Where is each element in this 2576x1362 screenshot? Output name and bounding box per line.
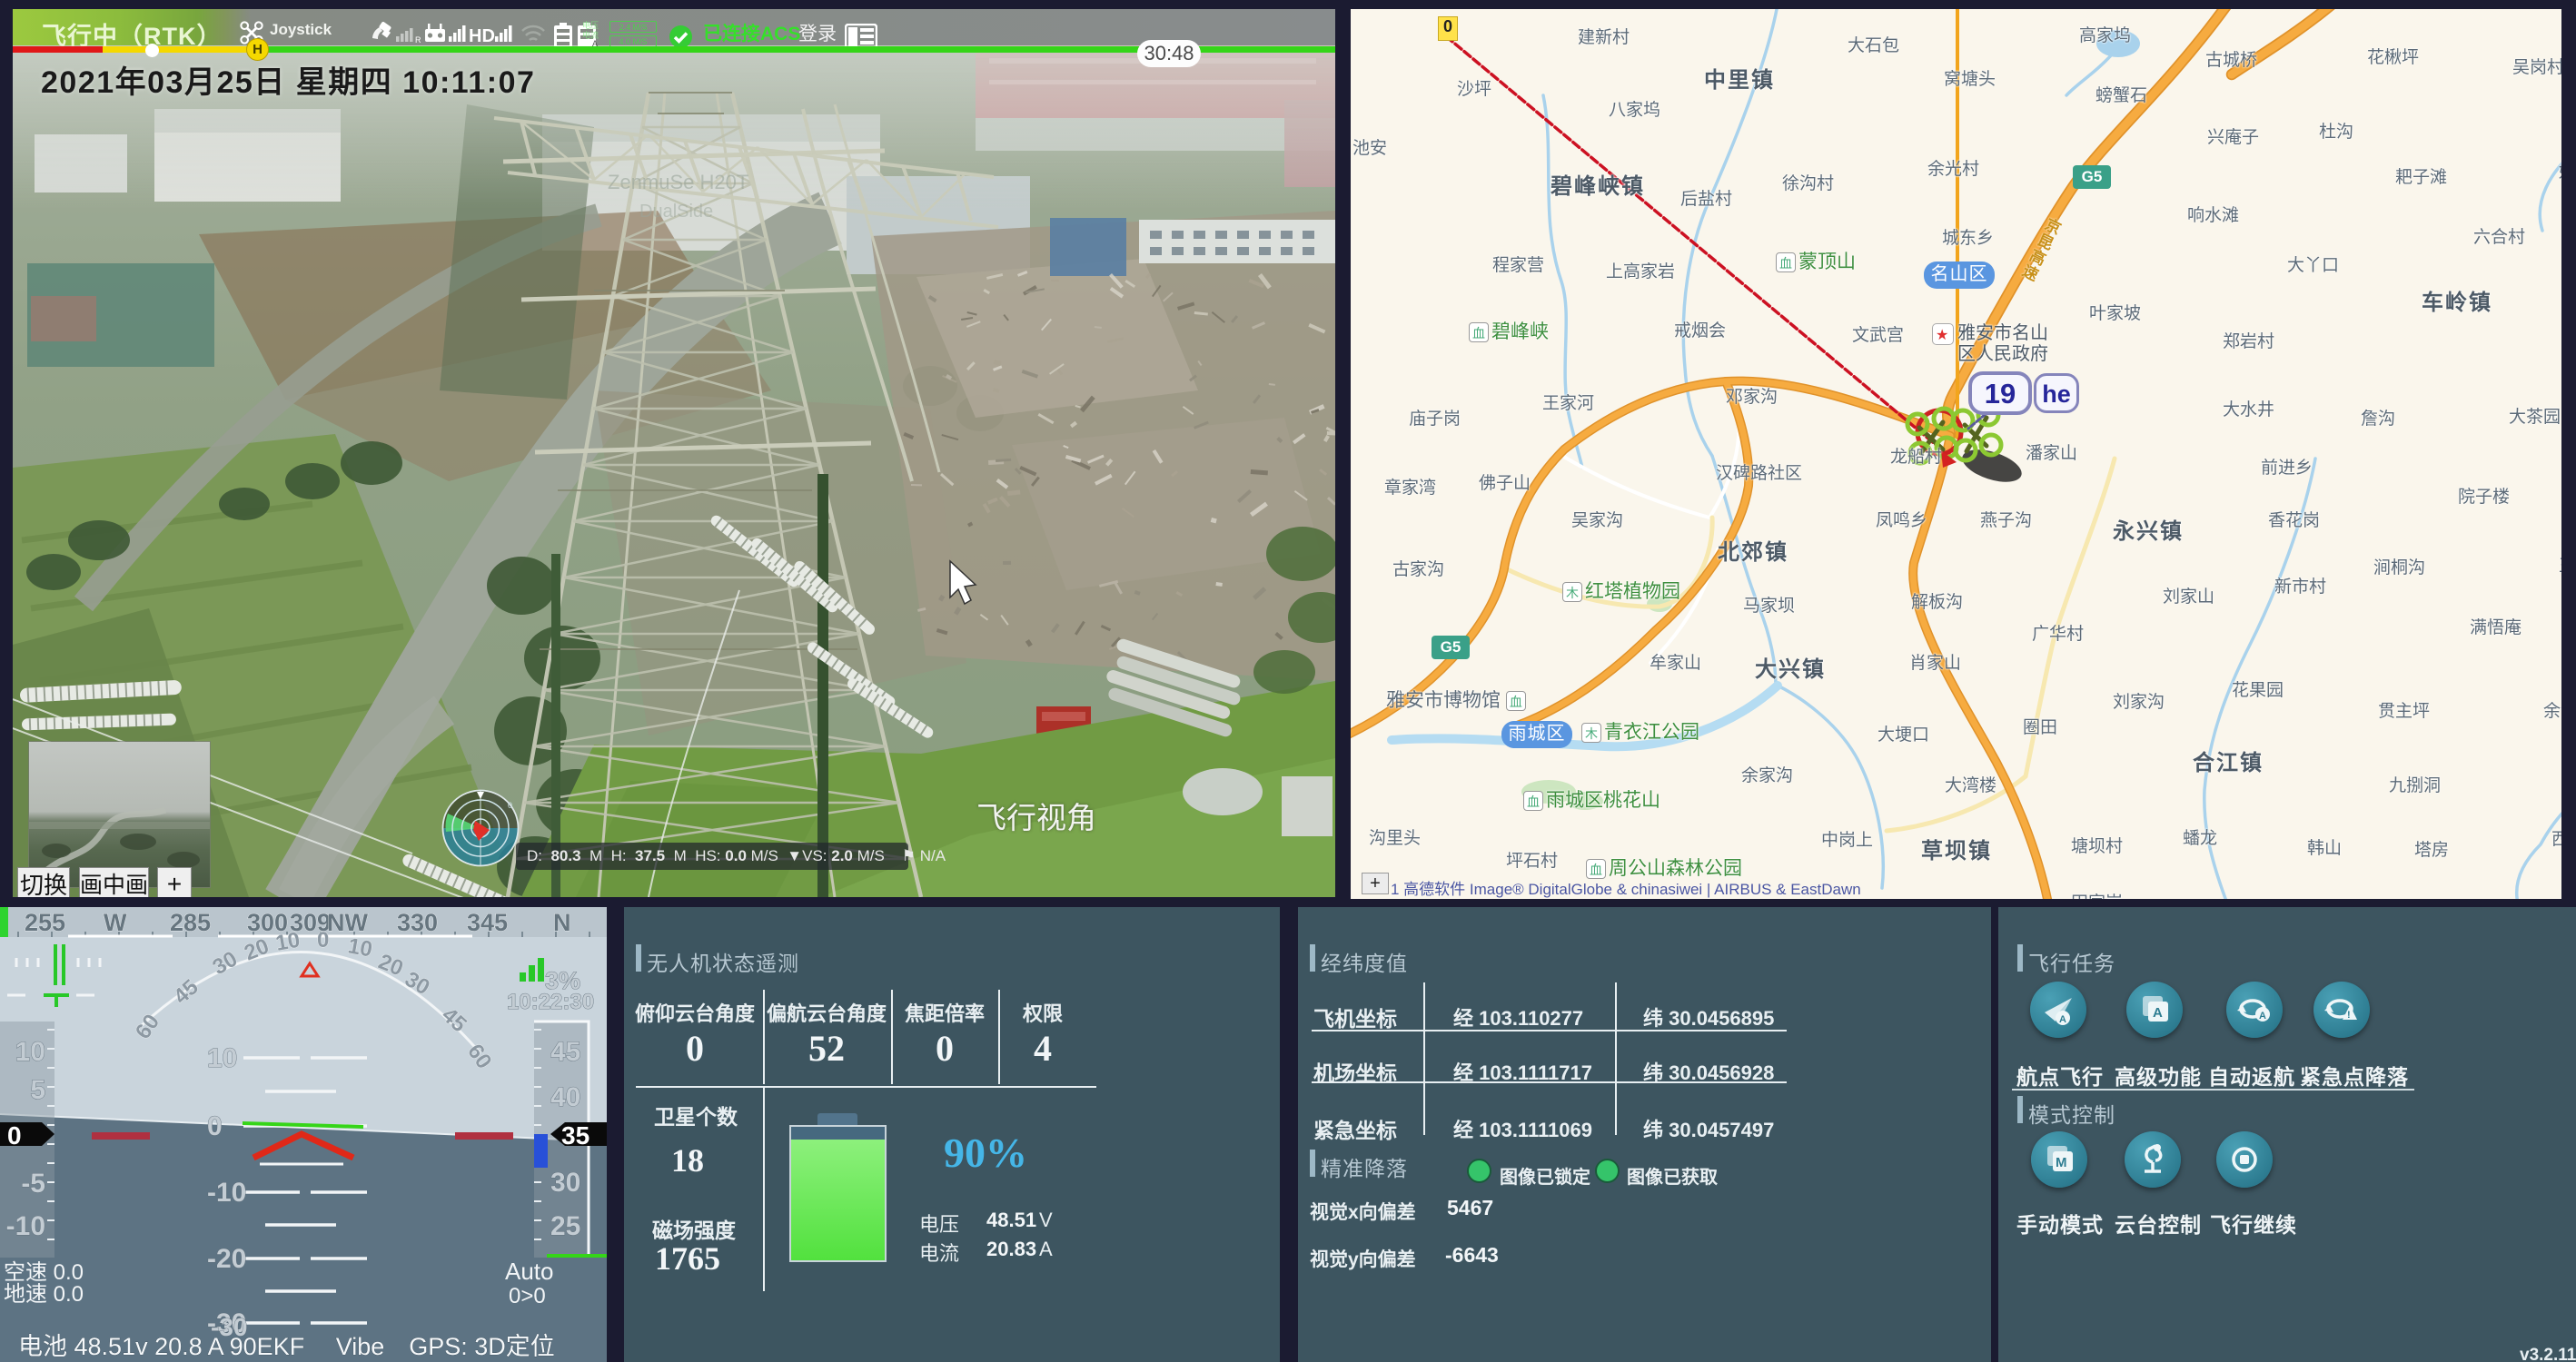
svg-text:40: 40 — [550, 1082, 580, 1112]
svg-text:A: A — [2153, 1005, 2163, 1021]
svg-text:10:22:30: 10:22:30 — [507, 990, 594, 1014]
svg-text:0: 0 — [508, 801, 512, 810]
svg-text:330: 330 — [397, 909, 438, 936]
svg-text:A: A — [2259, 1011, 2266, 1022]
svg-text:0: 0 — [317, 928, 329, 952]
svg-text:NW: NW — [327, 909, 368, 936]
svg-text:地速 0.0: 地速 0.0 — [4, 1282, 84, 1307]
svg-text:0>0: 0>0 — [509, 1284, 546, 1308]
svg-text:10: 10 — [15, 1037, 45, 1067]
svg-text:30: 30 — [550, 1168, 580, 1198]
svg-text:345: 345 — [467, 909, 508, 936]
svg-text:285: 285 — [170, 909, 211, 936]
svg-text:空速 0.0: 空速 0.0 — [4, 1260, 84, 1285]
svg-text:-10: -10 — [6, 1211, 45, 1241]
svg-text:-10: -10 — [207, 1178, 246, 1208]
svg-text:25: 25 — [550, 1211, 580, 1241]
svg-text:45: 45 — [550, 1037, 580, 1067]
svg-text:M: M — [2056, 1155, 2067, 1170]
svg-text:10: 10 — [273, 928, 302, 956]
svg-text:-20: -20 — [207, 1244, 246, 1274]
svg-text:-5: -5 — [21, 1169, 45, 1199]
svg-text:10: 10 — [346, 933, 374, 962]
svg-text:R: R — [415, 35, 421, 44]
svg-text:35: 35 — [561, 1121, 590, 1150]
svg-text:HD: HD — [469, 26, 495, 45]
svg-text:Auto: Auto — [505, 1258, 554, 1285]
svg-text:电池 48.51v 20.8 A 90EKF Vibe G: 电池 48.51v 20.8 A 90EKF Vibe GPS: 3D定位 — [18, 1333, 555, 1360]
svg-text:0: 0 — [207, 1111, 223, 1141]
svg-text:10: 10 — [207, 1043, 237, 1073]
svg-text:W: W — [104, 909, 127, 936]
svg-text:0: 0 — [7, 1121, 22, 1150]
svg-text:!: ! — [2347, 1010, 2351, 1021]
svg-text:255: 255 — [25, 909, 65, 936]
svg-text:5: 5 — [30, 1075, 45, 1105]
svg-text:A: A — [2059, 1014, 2066, 1025]
